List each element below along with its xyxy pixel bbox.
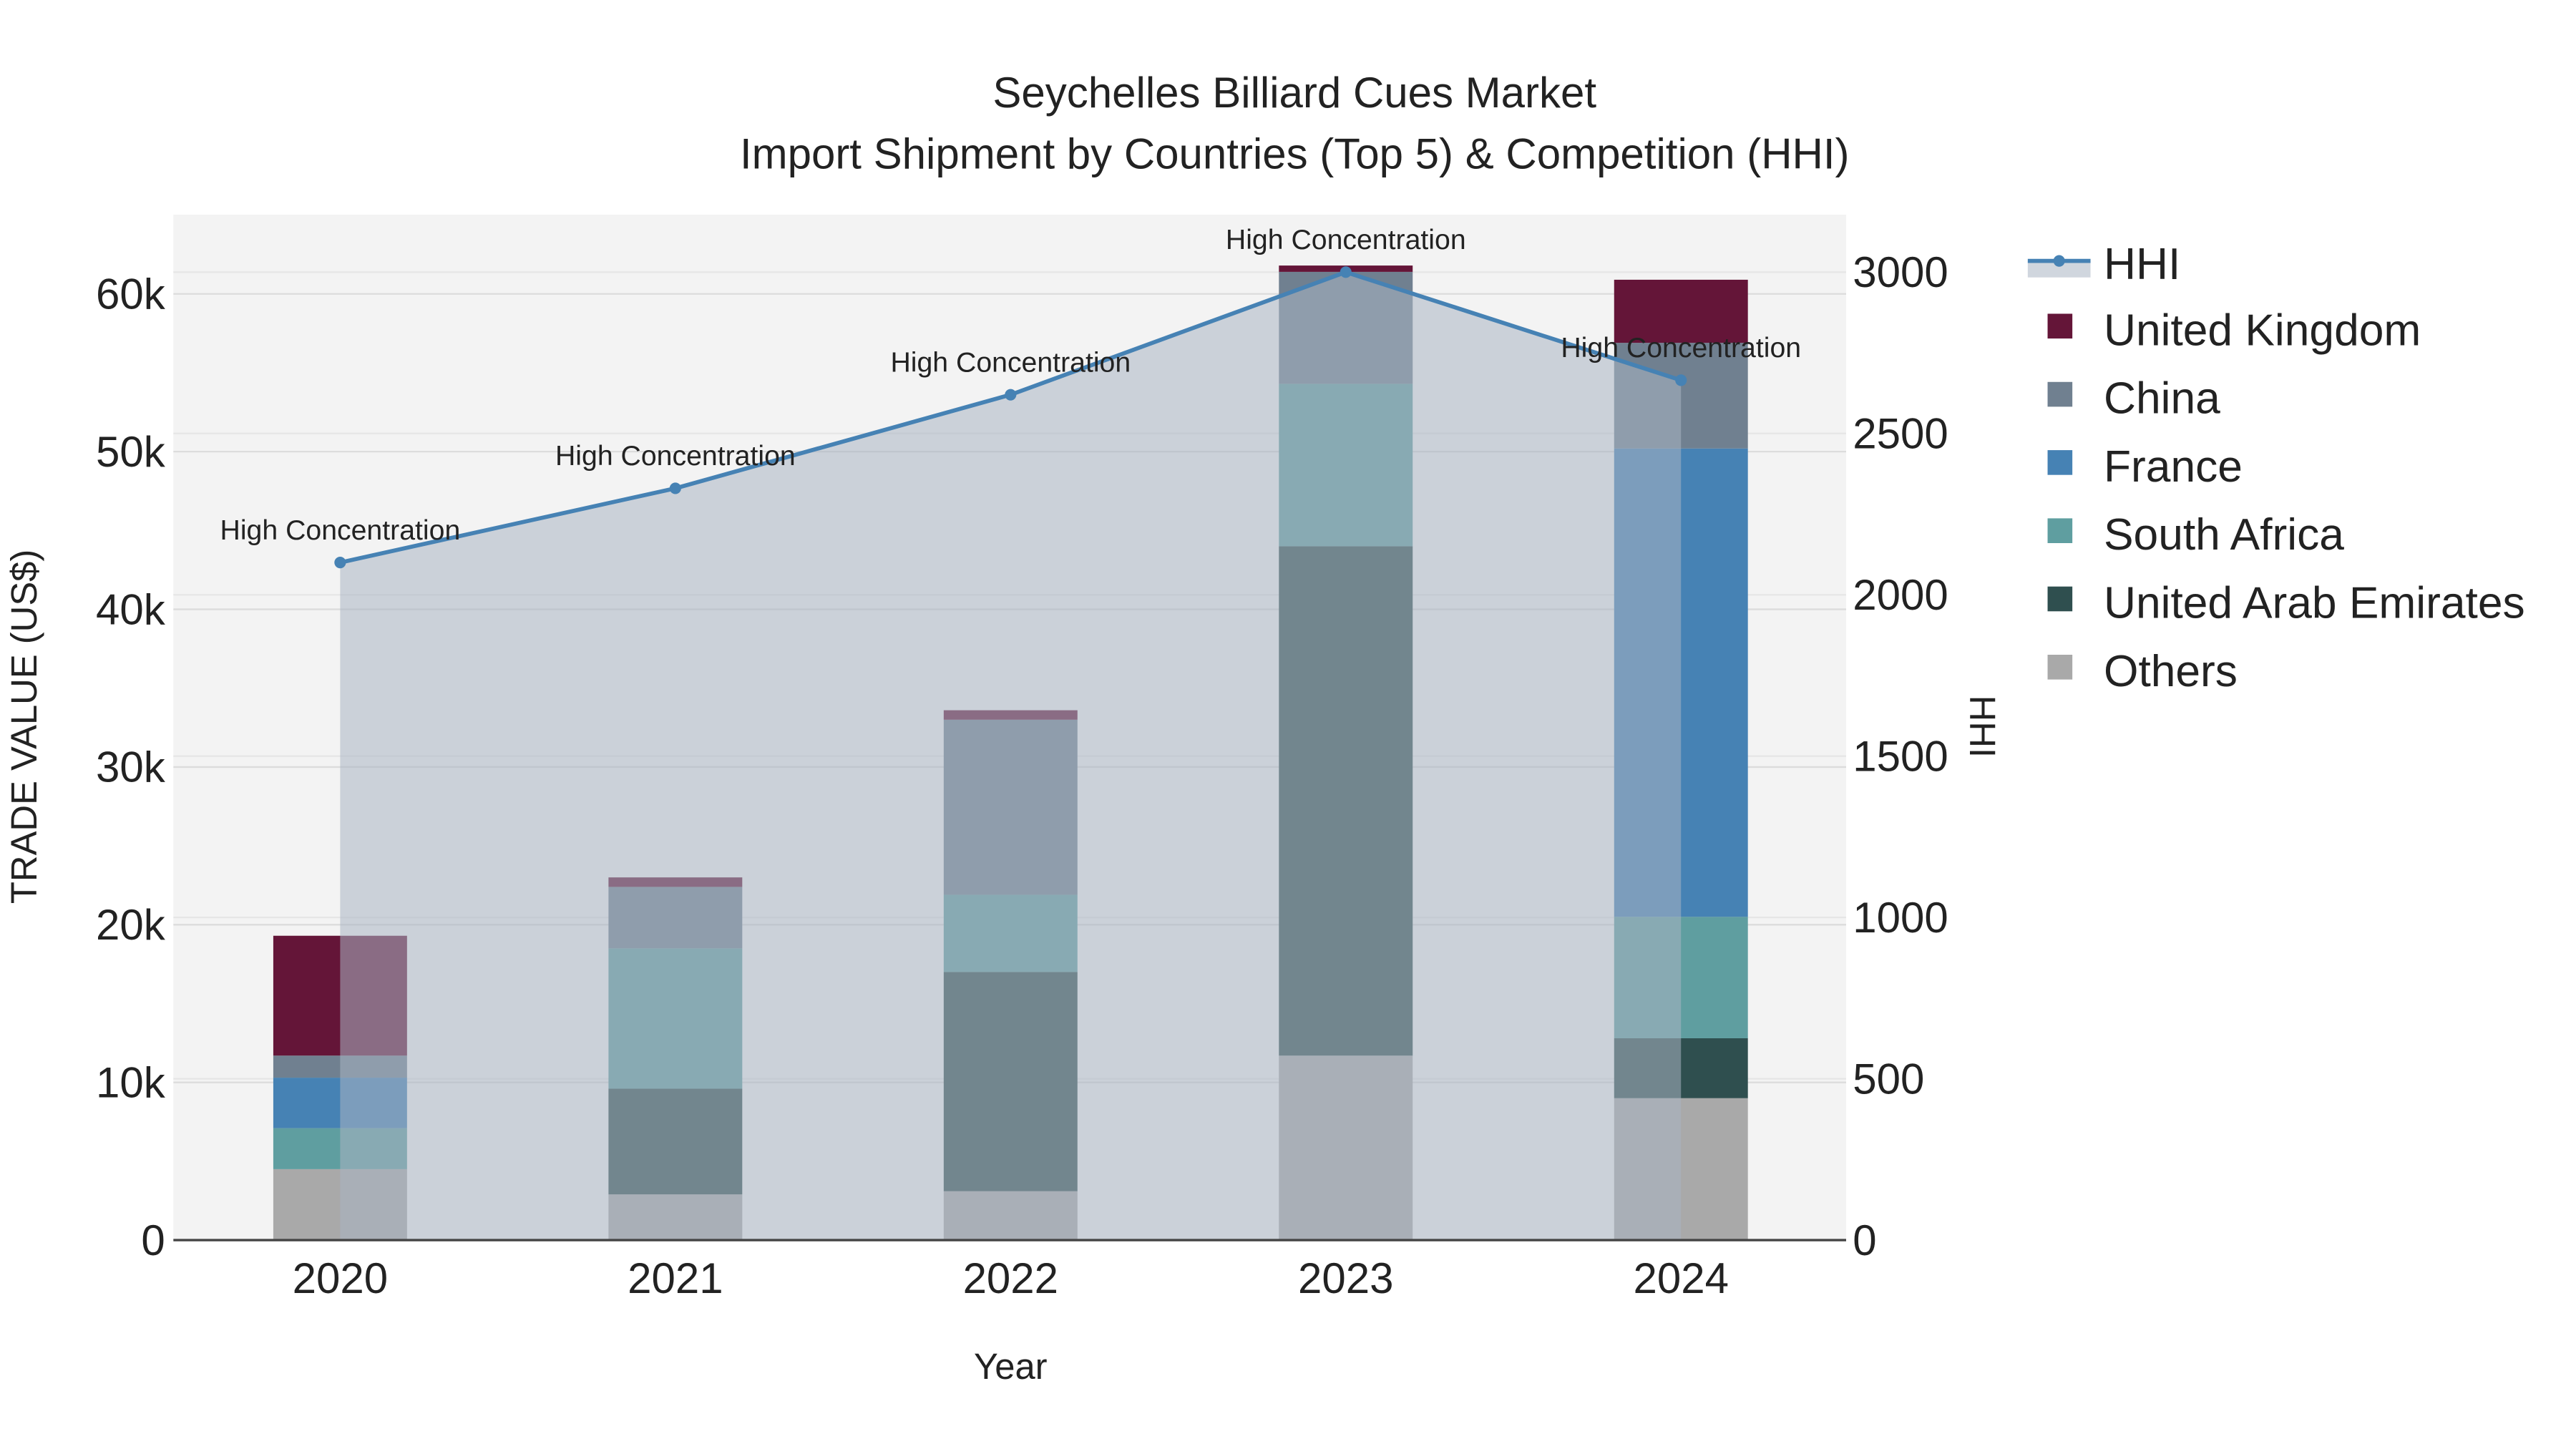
y2-tick-label: 0 — [1853, 1216, 1876, 1264]
x-tick-label: 2020 — [293, 1254, 388, 1302]
chart-subtitle: Import Shipment by Countries (Top 5) & C… — [740, 130, 1850, 177]
y-tick-label: 10k — [96, 1058, 166, 1106]
legend-hhi-swatch-point — [2053, 255, 2065, 267]
legend-swatch — [2047, 313, 2073, 339]
chart-title: Seychelles Billiard Cues Market — [992, 69, 1596, 117]
legend-label: Others — [2104, 647, 2238, 696]
y-tick-label: 0 — [141, 1216, 165, 1264]
x-axis-label: Year — [974, 1346, 1048, 1387]
hhi-annotation: High Concentration — [890, 346, 1131, 378]
y2-tick-label: 2000 — [1853, 571, 1948, 619]
x-tick-label: 2023 — [1298, 1254, 1393, 1302]
legend-swatch — [2047, 381, 2073, 407]
legend-swatch — [2047, 450, 2073, 475]
legend-swatch — [2047, 518, 2073, 543]
hhi-annotation: High Concentration — [1561, 332, 1801, 364]
legend-label: United Kingdom — [2104, 306, 2421, 355]
y-axis-label: TRADE VALUE (US$) — [4, 550, 44, 904]
y2-tick-label: 3000 — [1853, 248, 1948, 296]
hhi-point — [1340, 266, 1352, 278]
y2-tick-label: 500 — [1853, 1055, 1924, 1103]
hhi-annotation: High Concentration — [555, 440, 796, 472]
hhi-point — [334, 557, 346, 569]
hhi-point — [1675, 374, 1687, 386]
y-tick-label: 60k — [96, 270, 166, 318]
legend-label: South Africa — [2104, 510, 2344, 560]
y2-tick-label: 2500 — [1853, 410, 1948, 458]
legend-label: France — [2104, 442, 2243, 492]
x-tick-label: 2021 — [628, 1254, 723, 1302]
hhi-point — [1005, 389, 1017, 401]
hhi-annotation: High Concentration — [1226, 224, 1466, 255]
legend-label: United Arab Emirates — [2104, 579, 2525, 628]
y-tick-label: 40k — [96, 585, 166, 633]
y-tick-label: 20k — [96, 901, 166, 949]
legend-swatch — [2047, 655, 2073, 680]
legend-label: China — [2104, 374, 2220, 424]
y2-axis-label: HHI — [1962, 696, 2003, 758]
y2-tick-label: 1500 — [1853, 732, 1948, 780]
chart: Seychelles Billiard Cues Market Import S… — [4, 69, 2525, 1387]
hhi-annotation: High Concentration — [220, 514, 461, 546]
y-tick-label: 50k — [96, 428, 166, 476]
y-tick-label: 30k — [96, 743, 166, 791]
hhi-point — [669, 482, 681, 494]
x-tick-label: 2024 — [1633, 1254, 1728, 1302]
y2-tick-label: 1000 — [1853, 894, 1948, 942]
x-tick-label: 2022 — [963, 1254, 1058, 1302]
legend-swatch — [2047, 586, 2073, 612]
legend-label: HHI — [2104, 240, 2180, 289]
